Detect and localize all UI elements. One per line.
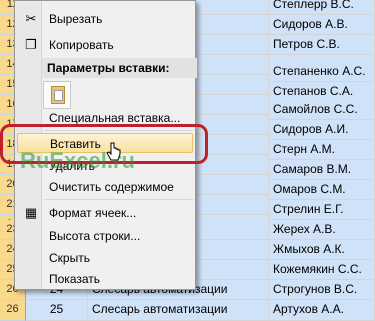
table-cell[interactable]: Самойлов С.С. bbox=[269, 100, 375, 120]
menu-item-label: Высота строки... bbox=[49, 229, 141, 243]
table-cell[interactable]: Жерех А.В. bbox=[269, 220, 375, 240]
table-cell[interactable]: Жмыхов А.К. bbox=[269, 240, 375, 260]
table-cell[interactable]: Сидоров А.И. bbox=[269, 120, 375, 140]
scissors-icon: ✂ bbox=[25, 11, 37, 26]
table-cell[interactable]: Слесарь автоматизации bbox=[88, 300, 269, 321]
menu-item-clear-contents[interactable]: Очистить содержимое bbox=[17, 177, 193, 197]
table-cell[interactable]: Степанов С.А. bbox=[269, 82, 375, 102]
table-cell[interactable]: Стрелин Е.Г. bbox=[269, 200, 375, 220]
paste-paper-icon bbox=[54, 90, 63, 101]
table-cell[interactable]: Строгунов В.С. bbox=[269, 280, 375, 300]
table-cell[interactable]: Кожемякин С.С. bbox=[269, 260, 375, 280]
table-cell[interactable]: Сидоров А.В. bbox=[269, 15, 375, 35]
menu-item-copy[interactable]: ❐ Копировать bbox=[17, 35, 193, 55]
menu-item-label: Копировать bbox=[49, 38, 114, 52]
table-cell[interactable]: Степаненко А.С. bbox=[269, 62, 375, 82]
menu-item-label: Формат ячеек... bbox=[49, 206, 137, 220]
menu-item-row-height[interactable]: Высота строки... bbox=[17, 226, 193, 246]
menu-item-label: Вырезать bbox=[49, 12, 103, 26]
table-cell[interactable]: Артухов А.А. bbox=[269, 300, 375, 321]
table-cell[interactable]: Степлерр В.С. bbox=[269, 0, 375, 15]
menu-item-format-cells[interactable]: ▦ Формат ячеек... bbox=[17, 203, 193, 223]
menu-item-label: Скрыть bbox=[49, 251, 90, 265]
copy-icon: ❐ bbox=[25, 37, 37, 52]
table-cell[interactable]: Самаров В.М. bbox=[269, 160, 375, 180]
menu-item-label: Очистить содержимое bbox=[49, 180, 174, 194]
table-cell[interactable]: Омаров С.М. bbox=[269, 180, 375, 200]
menu-item-label: Показать bbox=[49, 272, 101, 286]
menu-separator bbox=[45, 199, 193, 200]
row-header[interactable]: 26 bbox=[0, 300, 26, 321]
hand-cursor-icon bbox=[106, 142, 121, 161]
table-cell[interactable]: Стерн А.М. bbox=[269, 140, 375, 160]
format-cells-icon: ▦ bbox=[24, 205, 38, 220]
menu-item-cut[interactable]: ✂ Вырезать bbox=[17, 9, 193, 29]
menu-item-hide[interactable]: Скрыть bbox=[17, 248, 193, 268]
paste-option-button[interactable] bbox=[43, 81, 71, 109]
table-cell[interactable]: Петров С.В. bbox=[269, 35, 375, 55]
paste-options-header: Параметры вставки: bbox=[42, 58, 197, 78]
menu-item-show[interactable]: Показать bbox=[17, 269, 193, 289]
table-cell[interactable]: 25 bbox=[26, 300, 88, 321]
paste-options-label: Параметры вставки: bbox=[47, 61, 170, 75]
menu-item-label: Специальная вставка... bbox=[49, 111, 181, 125]
